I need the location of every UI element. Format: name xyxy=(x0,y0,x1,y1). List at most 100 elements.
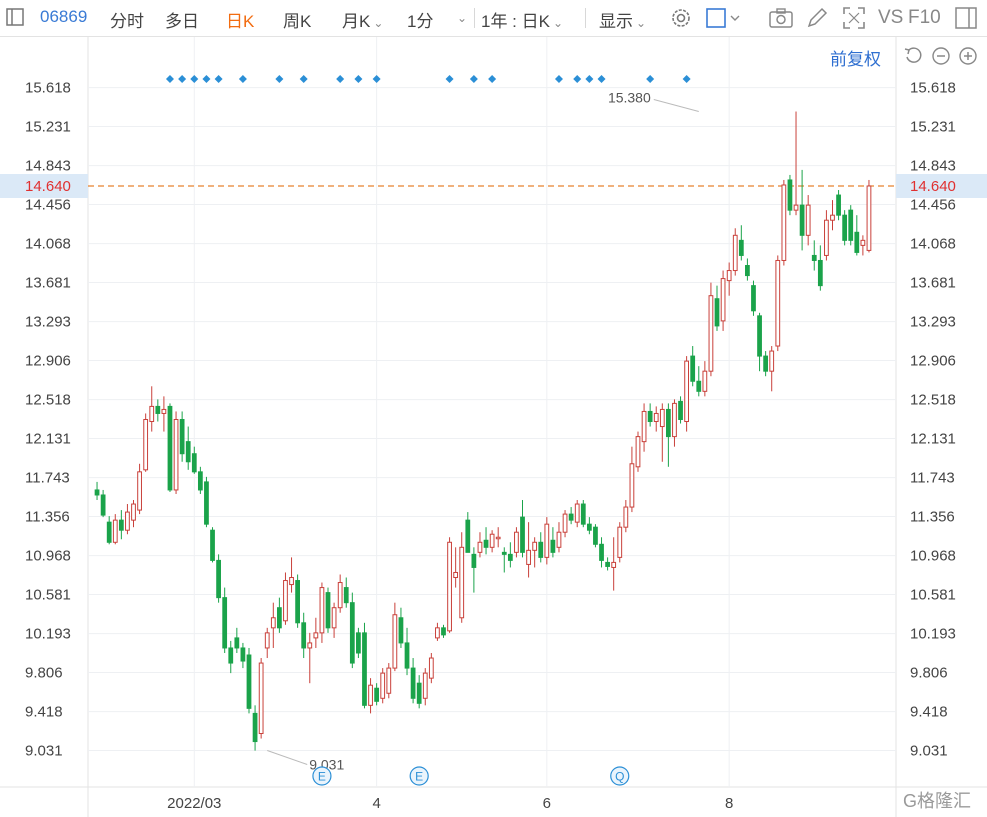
candle-up[interactable] xyxy=(161,408,167,414)
top-marker-diamond[interactable] xyxy=(178,75,187,83)
candle-up[interactable] xyxy=(459,546,465,619)
tab-weekly-k[interactable]: 周K xyxy=(283,7,311,32)
candle-down[interactable] xyxy=(836,194,841,216)
candle-down[interactable] xyxy=(404,642,410,669)
candle-down[interactable] xyxy=(647,410,653,423)
tab-multiday[interactable]: 多日 xyxy=(165,7,199,32)
tab-minute[interactable]: 1分 xyxy=(407,7,433,32)
candle-up[interactable] xyxy=(380,672,386,699)
candle-up[interactable] xyxy=(264,632,270,649)
candle-down[interactable] xyxy=(325,592,331,629)
pen-icon[interactable] xyxy=(804,5,830,31)
candle-down[interactable] xyxy=(507,553,513,561)
candle-up[interactable] xyxy=(307,642,313,649)
candle-down[interactable] xyxy=(678,400,683,420)
display-box-icon[interactable] xyxy=(705,5,740,31)
candle-up[interactable] xyxy=(313,632,319,639)
candle-down[interactable] xyxy=(356,632,361,654)
candle-up[interactable] xyxy=(435,627,440,639)
candle-up[interactable] xyxy=(623,506,629,528)
candle-up[interactable] xyxy=(125,511,130,531)
candle-up[interactable] xyxy=(386,667,392,694)
candle-down[interactable] xyxy=(94,489,100,496)
candle-down[interactable] xyxy=(210,529,215,561)
candle-up[interactable] xyxy=(866,185,872,251)
candle-down[interactable] xyxy=(757,315,762,357)
candle-down[interactable] xyxy=(191,453,197,473)
candle-down[interactable] xyxy=(197,471,203,491)
candle-down[interactable] xyxy=(374,687,380,702)
top-marker-diamond[interactable] xyxy=(372,75,381,83)
tab-intraday[interactable]: 分时 xyxy=(110,7,144,32)
candle-down[interactable] xyxy=(763,355,769,372)
candle-down[interactable] xyxy=(483,539,489,548)
candle-up[interactable] xyxy=(368,684,373,706)
candle-down[interactable] xyxy=(471,553,477,568)
candle-down[interactable] xyxy=(100,494,106,516)
candle-down[interactable] xyxy=(155,405,161,414)
candle-down[interactable] xyxy=(246,654,252,709)
candle-down[interactable] xyxy=(799,204,805,236)
candle-up[interactable] xyxy=(720,278,726,322)
candle-up[interactable] xyxy=(331,607,337,629)
candle-up[interactable] xyxy=(830,214,835,221)
top-marker-diamond[interactable] xyxy=(585,75,594,83)
candle-down[interactable] xyxy=(817,259,823,287)
candle-down[interactable] xyxy=(811,254,817,261)
candle-down[interactable] xyxy=(599,543,604,561)
candle-up[interactable] xyxy=(769,350,775,372)
candle-up[interactable] xyxy=(684,360,690,423)
period-selector[interactable]: 1年 : 日K ⌄ xyxy=(481,7,563,32)
top-marker-diamond[interactable] xyxy=(573,75,582,83)
candle-up[interactable] xyxy=(617,526,623,558)
candle-up[interactable] xyxy=(562,513,568,533)
top-marker-diamond[interactable] xyxy=(336,75,345,83)
candle-down[interactable] xyxy=(501,551,507,555)
candle-up[interactable] xyxy=(447,541,452,632)
candle-down[interactable] xyxy=(605,561,610,567)
candle-down[interactable] xyxy=(714,298,720,327)
candle-up[interactable] xyxy=(824,219,829,256)
candle-up[interactable] xyxy=(149,405,155,423)
window-icon[interactable] xyxy=(955,7,977,29)
top-marker-diamond[interactable] xyxy=(238,75,247,83)
candle-up[interactable] xyxy=(635,436,641,468)
candle-down[interactable] xyxy=(751,285,756,312)
top-marker-diamond[interactable] xyxy=(165,75,174,83)
candle-up[interactable] xyxy=(112,519,118,543)
candle-down[interactable] xyxy=(252,712,258,743)
candle-up[interactable] xyxy=(805,204,811,236)
candle-up[interactable] xyxy=(653,412,659,423)
fullscreen-icon[interactable] xyxy=(841,5,867,31)
candle-down[interactable] xyxy=(398,617,404,644)
candle-up[interactable] xyxy=(422,672,428,699)
candle-up[interactable] xyxy=(532,541,538,551)
candle-up[interactable] xyxy=(556,531,562,548)
candle-up[interactable] xyxy=(477,541,483,553)
candle-down[interactable] xyxy=(538,541,544,558)
candle-down[interactable] xyxy=(179,418,185,455)
f10-button[interactable]: F10 xyxy=(908,7,941,29)
candle-up[interactable] xyxy=(495,536,501,540)
top-marker-diamond[interactable] xyxy=(275,75,284,83)
candle-down[interactable] xyxy=(240,647,246,662)
candle-down[interactable] xyxy=(441,627,446,636)
candle-down[interactable] xyxy=(696,380,702,392)
candle-up[interactable] xyxy=(428,657,434,679)
candle-down[interactable] xyxy=(745,265,750,277)
candle-down[interactable] xyxy=(787,179,793,211)
candle-down[interactable] xyxy=(295,580,301,624)
candle-down[interactable] xyxy=(842,214,848,241)
candle-down[interactable] xyxy=(854,231,860,253)
top-marker-diamond[interactable] xyxy=(299,75,308,83)
top-marker-diamond[interactable] xyxy=(214,75,223,83)
camera-icon[interactable] xyxy=(768,5,794,31)
top-marker-diamond[interactable] xyxy=(646,75,655,83)
candle-down[interactable] xyxy=(204,481,209,525)
top-marker-diamond[interactable] xyxy=(488,75,497,83)
candle-down[interactable] xyxy=(276,607,282,629)
display-menu[interactable]: 显示 ⌄ xyxy=(599,7,646,32)
candle-up[interactable] xyxy=(489,533,495,548)
top-marker-diamond[interactable] xyxy=(190,75,199,83)
candle-down[interactable] xyxy=(465,519,471,553)
